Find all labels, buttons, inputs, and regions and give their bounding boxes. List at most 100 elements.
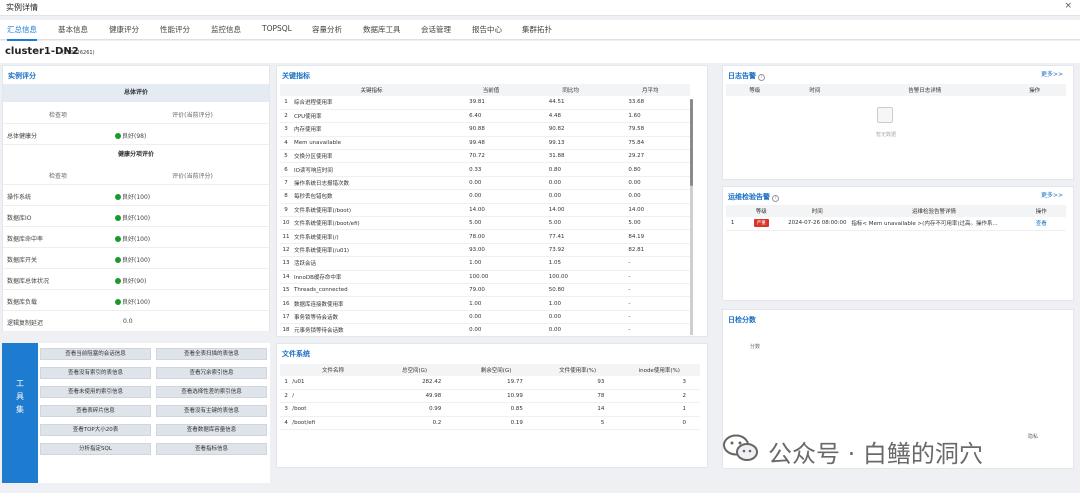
status-ok-icon xyxy=(115,215,121,221)
fs-row-value: 78 xyxy=(536,389,619,404)
score-row: 数据库负载 良好(100) xyxy=(3,290,269,311)
kpi-row-name: 交换分区使用率 xyxy=(291,149,452,164)
kpi-row-value: 79.58 xyxy=(610,122,690,137)
kpi-row: 3 内存使用率 90.88 90.82 79.58 xyxy=(280,122,690,137)
log-alert-table: 等级 时间 告警日志详情 操作 xyxy=(726,84,1066,96)
close-icon[interactable]: × xyxy=(1064,1,1072,11)
ops-alert-more-link[interactable]: 更多>> xyxy=(1041,190,1063,199)
score-row-item: 操作系统 xyxy=(7,194,32,201)
score-row: 数据库总体状况 良好(90) xyxy=(3,269,269,290)
daily-score-axis-label: 分数 xyxy=(750,344,761,350)
kpi-row-name: 每秒丢包错包数 xyxy=(291,189,452,204)
tab-cluster-topology[interactable]: 集群拓扑 xyxy=(522,24,552,35)
kpi-row-value: 100.00 xyxy=(530,270,611,284)
kpi-row-value: 0.00 xyxy=(530,189,611,204)
ops-row-view-link[interactable]: 查看 xyxy=(1016,217,1066,231)
kpi-row-name: 活跃会话 xyxy=(291,256,452,271)
kpi-row: 16 数据库连接数使用率 1.00 1.00- xyxy=(280,296,690,311)
score-row-item: 数据库命中率 xyxy=(7,236,44,243)
fs-row-value: 0.99 xyxy=(373,402,456,417)
fs-row-value: 10.99 xyxy=(455,389,537,404)
kpi-row-value: 73.92 xyxy=(530,243,611,258)
kpi-panel: 关键指标 关键指标 当前值 同比均 月平均 1 综合进程使用率 39.81 44.51… xyxy=(276,65,708,338)
tab-performance[interactable]: 性能评分 xyxy=(160,24,190,35)
fs-row-value: 0.2 xyxy=(373,416,456,431)
tab-health[interactable]: 健康评分 xyxy=(109,24,139,35)
kpi-row-value: 77.41 xyxy=(530,229,611,244)
tool-button[interactable]: 查看未使用的索引信息 xyxy=(40,386,151,398)
ops-col-time: 时间 xyxy=(783,205,852,217)
log-alert-more-link[interactable]: 更多>> xyxy=(1041,69,1063,78)
kpi-row-no: 9 xyxy=(280,203,292,218)
kpi-row-value: 93.00 xyxy=(451,243,531,258)
tab-reports[interactable]: 报告中心 xyxy=(472,24,502,35)
score-row-item: 数据库总体状况 xyxy=(7,278,50,285)
kpi-table: 关键指标 当前值 同比均 月平均 1 综合进程使用率 39.81 44.51 33.68… xyxy=(280,84,690,338)
ops-alert-row: 1 严重 2024-07-26 08:00:00 指标< Mem unavail… xyxy=(726,217,1066,231)
kpi-row-no: 4 xyxy=(280,136,292,151)
kpi-row-name: 文件系统使用率(/) xyxy=(291,229,452,244)
window-title: 实例详情 xyxy=(6,3,38,12)
kpi-row-no: 5 xyxy=(280,149,292,164)
log-alert-panel: 日志告警? 更多>> 等级 时间 告警日志详情 操作 xyxy=(722,65,1074,180)
kpi-scrollbar-thumb[interactable] xyxy=(690,99,693,186)
help-icon[interactable]: ? xyxy=(758,74,765,81)
kpi-row-value: - xyxy=(610,296,690,311)
fs-col-usage: 文件使用率(%) xyxy=(536,364,619,376)
tool-button[interactable]: 查看冗余索引信息 xyxy=(156,367,267,379)
kpi-row-value: 0.80 xyxy=(530,162,611,177)
kpi-row-name: 文件系统使用率(/boot) xyxy=(291,203,452,218)
kpi-row-value: 79.00 xyxy=(451,283,531,298)
fs-row-name: /boot/efi xyxy=(292,416,374,431)
tool-button[interactable]: 查看没有主键的表信息 xyxy=(156,405,267,417)
kpi-row-name: 文件系统使用率(/u01) xyxy=(291,243,452,258)
kpi-row-value: 0.00 xyxy=(451,323,531,338)
kpi-row-value: 14.00 xyxy=(610,203,690,218)
tool-button[interactable]: 查看TOP大小20表 xyxy=(40,424,151,436)
tab-topsql[interactable]: TOPSQL xyxy=(262,24,292,33)
ops-alert-table: 等级 时间 运维检验告警详情 操作 1 严重 2024-07-26 08:00:… xyxy=(726,205,1066,231)
tab-monitor[interactable]: 监控信息 xyxy=(211,24,241,35)
kpi-row-value: 5.00 xyxy=(530,216,611,231)
kpi-row-value: 33.68 xyxy=(610,96,690,110)
kpi-row-value: - xyxy=(610,256,690,271)
score-row: 数据库IO 良好(100) xyxy=(3,206,269,227)
tool-button[interactable]: 查看全表扫描的表信息 xyxy=(156,348,267,360)
kpi-row: 13 活跃会话 1.00 1.05- xyxy=(280,256,690,271)
kpi-row: 6 IO读写响应时间 0.33 0.80 0.80 xyxy=(280,162,690,177)
ops-alert-panel: 运维检验告警? 更多>> 等级 时间 运维检验告警详情 操作 1 严重 2024… xyxy=(722,186,1074,301)
tab-basic[interactable]: 基本信息 xyxy=(58,24,88,35)
fs-row-value: 5 xyxy=(536,416,619,431)
tool-button[interactable]: 查看数据库容量信息 xyxy=(156,424,267,436)
score-row-value: 0.0 xyxy=(123,318,133,325)
score-row-item: 数据库负载 xyxy=(7,299,38,306)
kpi-col-yoy: 同比均 xyxy=(530,84,611,96)
tab-sessions[interactable]: 会话管理 xyxy=(421,24,451,35)
tab-bar: 汇总信息 基本信息 健康评分 性能评分 监控信息 TOPSQL 容量分析 数据库… xyxy=(0,20,1080,41)
tab-capacity[interactable]: 容量分析 xyxy=(312,24,342,35)
tab-summary[interactable]: 汇总信息 xyxy=(7,24,37,41)
kpi-col-current: 当前值 xyxy=(451,84,531,96)
fs-row: 1/u01 282.42 19.77 93 3 xyxy=(280,376,700,390)
kpi-row: 5 交换分区使用率 70.72 31.88 29.27 xyxy=(280,149,690,164)
tool-button[interactable]: 查看选择性差的索引信息 xyxy=(156,386,267,398)
score-row-item: 数据库IO xyxy=(7,215,32,222)
fs-col-name: 文件名称 xyxy=(292,364,374,376)
tool-button[interactable]: 查看指标信息 xyxy=(156,443,267,455)
kpi-row-name: 文件系统使用率(/boot/efi) xyxy=(291,216,452,231)
log-alert-title: 日志告警? xyxy=(728,71,765,81)
tool-button[interactable]: 查看没有索引的表信息 xyxy=(40,367,151,379)
col-item-header: 检查项 xyxy=(48,112,67,119)
tool-button[interactable]: 查看当前阻塞的会话信息 xyxy=(40,348,151,360)
help-icon[interactable]: ? xyxy=(772,195,779,202)
col-item-header: 检查项 xyxy=(48,173,67,180)
kpi-row-no: 12 xyxy=(280,243,292,258)
kpi-row: 4 Mem unavailable 99.48 99.13 75.84 xyxy=(280,136,690,151)
kpi-row-name: Mem unavailable xyxy=(291,136,452,151)
tab-db-tools[interactable]: 数据库工具 xyxy=(363,24,401,35)
fs-row-name: / xyxy=(292,389,374,404)
tool-button[interactable]: 分析指定SQL xyxy=(40,443,151,455)
tool-button[interactable]: 查看表碎片信息 xyxy=(40,405,151,417)
score-row-value: 良好(100) xyxy=(115,192,150,201)
fs-row-no: 3 xyxy=(280,402,293,417)
